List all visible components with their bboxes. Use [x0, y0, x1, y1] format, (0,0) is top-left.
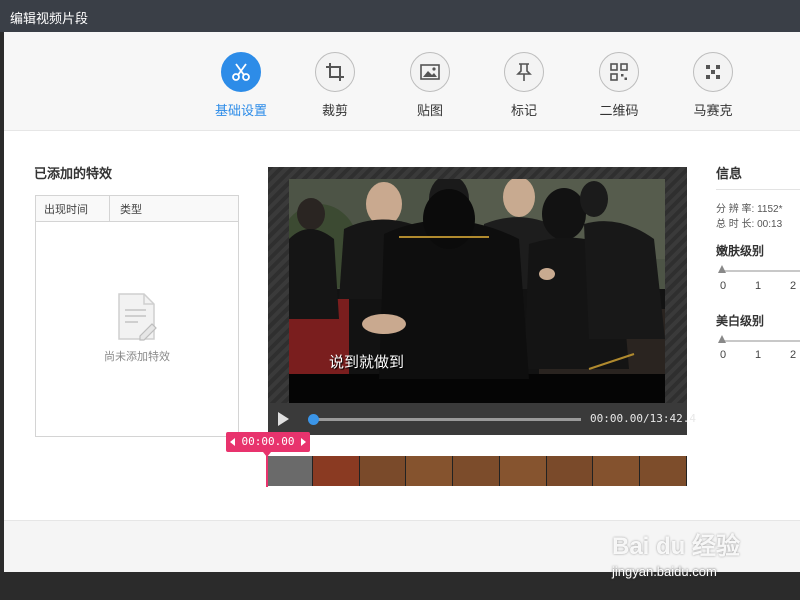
timeline-filmstrip[interactable]: [266, 456, 688, 486]
film-thumbnail: [266, 456, 313, 486]
tool-label: 马赛克: [693, 103, 733, 118]
whiten-level-title: 美白级别: [716, 314, 765, 328]
film-thumbnail: [312, 456, 360, 486]
whiten-level-slider[interactable]: [722, 340, 800, 342]
effects-title: 已添加的特效: [34, 166, 113, 181]
document-edit-icon: [118, 293, 157, 341]
film-thumbnail: [359, 456, 407, 486]
slider-tick: 2: [790, 280, 797, 292]
image-icon: [420, 64, 440, 80]
tool-label: 裁剪: [321, 103, 348, 118]
film-thumbnail: [546, 456, 594, 486]
film-thumbnail: [453, 456, 500, 486]
film-thumbnail: [593, 456, 641, 486]
tool-mosaic[interactable]: 马赛克: [675, 52, 751, 119]
tool-label: 二维码: [599, 103, 639, 118]
window-title: 编辑视频片段: [10, 11, 89, 26]
tool-label: 贴图: [416, 103, 443, 118]
effects-table: 出现时间 类型 尚未添加特效: [35, 195, 239, 437]
film-thumbnail: [640, 456, 688, 486]
tool-sticker[interactable]: 贴图: [392, 52, 468, 119]
edit-video-dialog: 基础设置 裁剪 贴图 标记 二维码 马赛克 已添加的特效 出现时间 类型 尚未添…: [4, 32, 800, 572]
title-bar: 编辑视频片段: [0, 0, 800, 32]
whiten-level-knob[interactable]: [718, 335, 726, 343]
toolbar: 基础设置 裁剪 贴图 标记 二维码 马赛克: [4, 32, 800, 131]
duration-info: 总 时 长: 00:13: [716, 219, 783, 230]
film-thumbnail: [499, 456, 547, 486]
slider-tick: 1: [755, 349, 762, 361]
tool-label: 基础设置: [214, 103, 267, 118]
tool-crop[interactable]: 裁剪: [297, 52, 373, 119]
timeline-playhead[interactable]: [266, 456, 268, 487]
column-divider: [109, 196, 110, 221]
empty-state: 尚未添加特效: [36, 292, 238, 364]
timeline-marker[interactable]: 00:00.00: [226, 432, 310, 452]
pin-icon: [516, 63, 532, 81]
marker-time: 00:00.00: [241, 435, 295, 448]
tool-mark[interactable]: 标记: [486, 52, 562, 119]
play-button[interactable]: [278, 412, 289, 426]
column-header-type[interactable]: 类型: [120, 201, 142, 217]
video-player: 说到就做到 00:00.00/13:42.4: [268, 167, 696, 435]
time-display: 00:00.00/13:42.4: [590, 412, 696, 425]
skin-level-title: 嫩肤级别: [716, 244, 765, 258]
watermark-url: jingyan.baidu.com: [612, 564, 717, 579]
divider: [716, 189, 800, 190]
crop-icon: [326, 63, 344, 81]
scissors-icon: [232, 63, 250, 81]
mosaic-icon: [706, 65, 720, 79]
film-thumbnail: [406, 456, 454, 486]
tool-qrcode[interactable]: 二维码: [581, 52, 657, 119]
progress-track[interactable]: [313, 418, 581, 421]
slider-tick: 0: [720, 280, 727, 292]
player-controls: 00:00.00/13:42.4: [268, 403, 696, 435]
resolution-info: 分 辨 率: 1152*: [716, 204, 783, 215]
progress-knob[interactable]: [308, 414, 319, 425]
empty-text: 尚未添加特效: [104, 351, 170, 363]
qrcode-icon: [610, 63, 628, 81]
info-title: 信息: [716, 166, 743, 181]
marker-right-arrow-icon[interactable]: [301, 438, 306, 446]
slider-tick: 1: [755, 280, 762, 292]
column-header-time[interactable]: 出现时间: [44, 201, 88, 217]
slider-tick: 0: [720, 349, 727, 361]
effects-table-header: 出现时间 类型: [36, 196, 238, 222]
skin-level-slider[interactable]: [722, 270, 800, 272]
tool-label: 标记: [510, 103, 537, 118]
tool-basic-settings[interactable]: 基础设置: [203, 52, 279, 119]
watermark-brand: Bai du 经验: [612, 533, 741, 560]
video-subtitle: 说到就做到: [329, 354, 405, 371]
slider-tick: 2: [790, 349, 797, 361]
skin-level-knob[interactable]: [718, 265, 726, 273]
video-frame[interactable]: 说到就做到: [289, 179, 665, 404]
